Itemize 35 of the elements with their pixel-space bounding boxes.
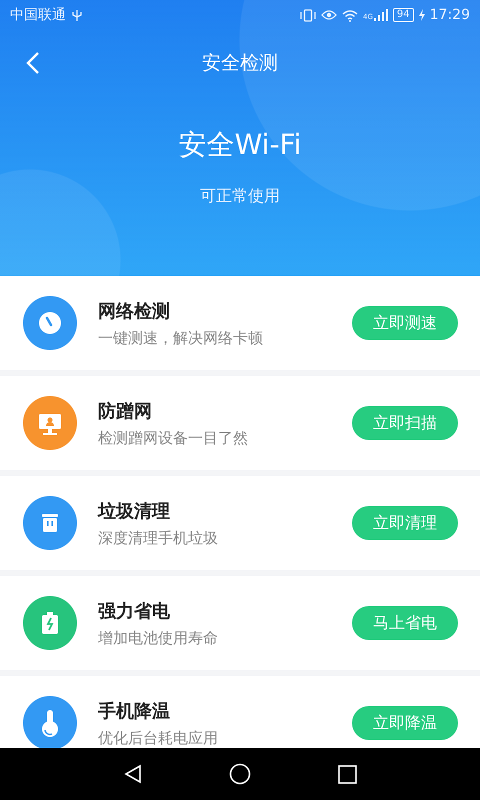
tool-title: 强力省电 xyxy=(98,600,171,622)
usb-icon xyxy=(72,8,82,22)
tool-title: 手机降温 xyxy=(98,700,171,722)
back-nav-icon[interactable] xyxy=(123,764,144,784)
clock: 17:29 xyxy=(430,7,470,23)
tool-description: 检测蹭网设备一目了然 xyxy=(98,428,249,448)
recents-nav-icon[interactable] xyxy=(338,764,357,784)
vibrate-icon xyxy=(300,8,316,22)
tool-description: 深度清理手机垃圾 xyxy=(98,528,219,548)
battery-icon xyxy=(42,612,58,634)
tool-description: 增加电池使用寿命 xyxy=(98,628,219,648)
monitor-icon xyxy=(39,414,61,435)
network-status: 可正常使用 xyxy=(199,186,281,207)
wifi-icon xyxy=(342,8,358,22)
thermometer-icon xyxy=(42,710,58,737)
action-button[interactable]: 马上省电 xyxy=(352,606,458,640)
tool-title: 网络检测 xyxy=(98,300,171,322)
action-button[interactable]: 立即清理 xyxy=(352,506,458,540)
tool-description: 一键测速，解决网络卡顿 xyxy=(98,328,264,348)
signal-icon xyxy=(374,9,388,21)
tool-description: 优化后台耗电应用 xyxy=(98,728,219,748)
gauge-icon xyxy=(39,312,61,334)
tool-title: 垃圾清理 xyxy=(98,500,171,522)
eye-icon xyxy=(321,9,338,21)
tool-title: 防蹭网 xyxy=(98,400,153,422)
network-name: 安全Wi-Fi xyxy=(178,127,302,163)
action-button[interactable]: 立即扫描 xyxy=(352,406,458,440)
page-title: 安全检测 xyxy=(202,51,278,76)
carrier-name: 中国联通 xyxy=(10,6,66,24)
charging-icon xyxy=(418,9,425,21)
battery-level: 94 xyxy=(392,8,414,22)
trash-icon xyxy=(42,514,58,532)
home-nav-icon[interactable] xyxy=(229,763,252,785)
action-button[interactable]: 立即测速 xyxy=(352,306,458,340)
action-button[interactable]: 立即降温 xyxy=(352,706,458,740)
